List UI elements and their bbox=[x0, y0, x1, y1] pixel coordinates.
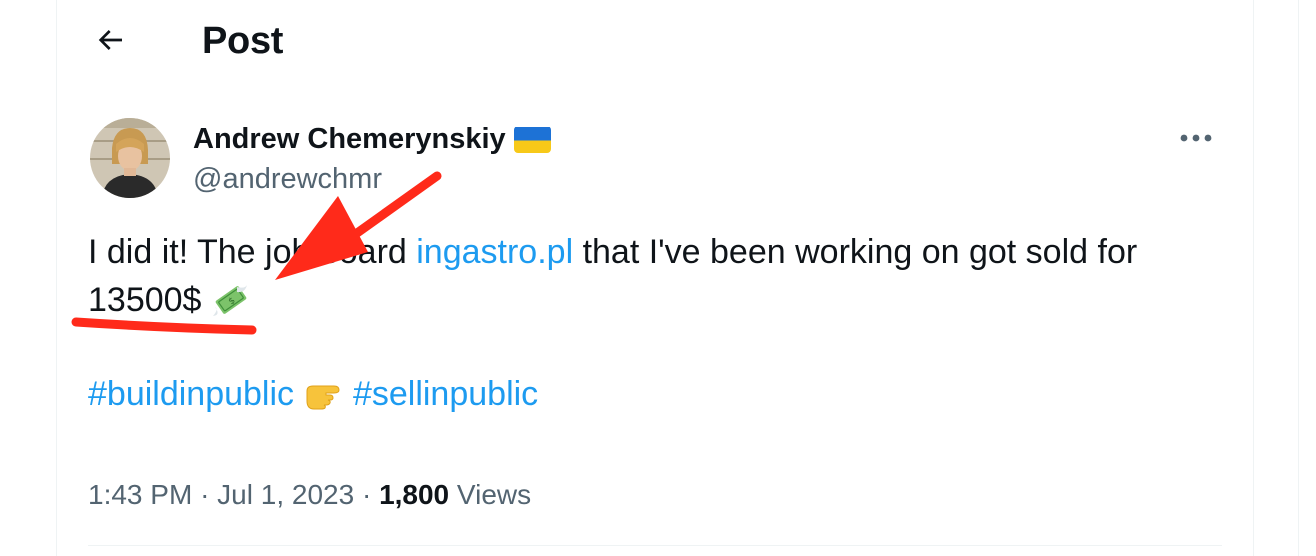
author-name[interactable]: Andrew Chemerynskiy bbox=[193, 120, 551, 158]
tweet-link[interactable]: ingastro.pl bbox=[416, 233, 573, 271]
hashtags: #buildinpublic #sellinpublic bbox=[88, 370, 538, 424]
tweet-text: I did it! The job board ingastro.pl that… bbox=[88, 228, 1228, 330]
back-button[interactable] bbox=[86, 16, 134, 64]
avatar[interactable] bbox=[90, 118, 170, 198]
tweet-text-line-1: I did it! The job board ingastro.pl that… bbox=[88, 228, 1228, 276]
tweet-meta: 1:43 PM · Jul 1, 2023 · 1,800 Views bbox=[88, 476, 531, 514]
arrow-left-icon bbox=[98, 30, 122, 50]
meta-separator: · bbox=[200, 479, 210, 510]
tweet-text-part-2: that I've been working on got sold for bbox=[573, 233, 1138, 271]
tweet-text-part-1: I did it! The job board bbox=[88, 233, 417, 271]
views-count: 1,800 bbox=[379, 479, 450, 510]
backhand-index-pointing-right-icon bbox=[304, 376, 344, 424]
column-edge-divider bbox=[1298, 0, 1299, 556]
meta-separator: · bbox=[361, 479, 372, 510]
money-with-wings-icon: $ bbox=[211, 282, 251, 330]
tweet-text-line-2: 13500$ $ bbox=[88, 276, 1228, 330]
more-dots-icon bbox=[1180, 134, 1212, 142]
sale-amount: 13500$ bbox=[88, 281, 202, 319]
avatar-photo bbox=[90, 118, 170, 198]
views-label: Views bbox=[456, 479, 532, 510]
author-handle[interactable]: @andrewchmr bbox=[193, 160, 382, 198]
hashtag-buildinpublic[interactable]: #buildinpublic bbox=[88, 375, 294, 413]
ukraine-flag-icon bbox=[513, 126, 551, 153]
more-options-button[interactable] bbox=[1176, 122, 1216, 154]
tweet-divider bbox=[88, 545, 1222, 546]
tweet-date[interactable]: Jul 1, 2023 bbox=[217, 479, 354, 510]
author-name-text: Andrew Chemerynskiy bbox=[193, 123, 506, 155]
hashtag-sellinpublic[interactable]: #sellinpublic bbox=[353, 375, 538, 413]
tweet-time[interactable]: 1:43 PM bbox=[88, 479, 192, 510]
page-title: Post bbox=[202, 20, 284, 62]
